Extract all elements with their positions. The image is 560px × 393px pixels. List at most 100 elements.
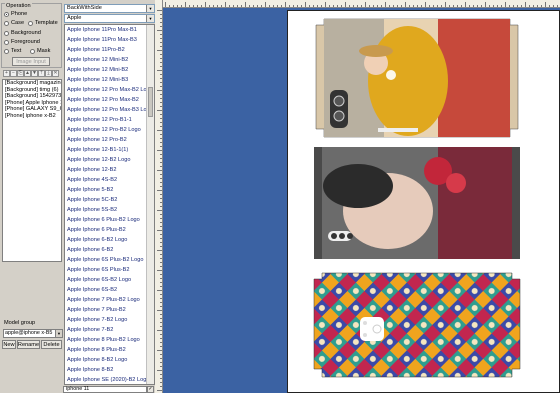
model-list-item[interactable]: Apple Iphone 5C-B2 [65,195,154,205]
model-search-input[interactable]: iphone 11 [63,386,147,393]
model-list-item[interactable]: Apple Iphone 5S-B2 [65,205,154,215]
list-item[interactable]: [Background] timg (6) [3,87,61,94]
top-icon[interactable]: ⤒ [38,70,45,77]
ruler-tick [189,5,190,7]
list-item[interactable]: [Phone] GALAXY S9_GO [3,106,61,113]
radio-foreground[interactable]: Foreground [4,39,40,45]
bottom-icon[interactable]: ⤓ [45,70,52,77]
ruler-tick [193,5,194,7]
image-input-button[interactable]: Image Input [12,57,50,66]
model-list-item[interactable]: Apple Iphone 12 Mini-B3 [65,75,154,85]
model-list-item[interactable]: Apple Iphone 11Pro Max-B1 [65,25,154,35]
model-list-item[interactable]: Apple Iphone 7 Plus-B2 Logo [65,295,154,305]
ruler-tick [409,5,410,7]
radio-phone[interactable]: Phone [4,11,27,17]
list-item[interactable]: [Background] 154297332 [3,93,61,100]
model-list-item[interactable]: Apple Iphone 12 Pro Max-B2 [65,95,154,105]
radio-mask[interactable]: Mask [30,48,50,54]
model-list-item[interactable]: Apple Iphone 12 Pro-B2 Logo [65,125,154,135]
scrollbar-thumb[interactable] [148,87,153,117]
model-list-item[interactable]: Apple Iphone 7-B2 [65,325,154,335]
model-list-item[interactable]: Apple Iphone 12 Mini-B2 [65,55,154,65]
model-list-item[interactable]: Apple Iphone 8 Plus-B2 Logo [65,335,154,345]
ruler-tick [317,5,318,7]
brand-select[interactable]: Apple ▼ [64,14,155,23]
new-button[interactable]: New [2,340,16,349]
ruler-tick [321,5,322,7]
radio-background[interactable]: Background [4,30,41,36]
model-list-item[interactable]: Apple Iphone 12 Pro-B1-1 [65,115,154,125]
ruler-tick [349,5,350,7]
ruler-tick [160,218,162,219]
ruler-tick [329,5,330,7]
rename-button[interactable]: Rename [17,340,40,349]
model-list-item[interactable]: Apple Iphone 12 Mini-B2 [65,65,154,75]
design-canvas[interactable] [155,0,560,393]
ruler-tick [541,5,542,7]
radio-icon [4,11,9,17]
list-item[interactable]: [Background] magazine [3,80,61,87]
model-list-item[interactable]: Apple Iphone 11Pro-B2 [65,45,154,55]
model-list-item[interactable]: Apple Iphone 6S-B2 [65,285,154,295]
type-select[interactable]: BackWithSide ▼ [64,4,155,13]
model-list-item[interactable]: Apple Iphone 4S-B2 [65,175,154,185]
ruler-tick [160,326,162,327]
list-item[interactable]: [Phone] iphone x-B2 [3,113,61,120]
model-list-item[interactable]: Apple Iphone 12 Pro-B2 [65,135,154,145]
model-list-item[interactable]: Apple Iphone 6S Plus-B2 Logo [65,255,154,265]
radio-template[interactable]: Template [28,20,58,26]
phone-skin-3[interactable] [313,272,521,378]
ruler-tick [221,5,222,7]
model-list-item[interactable]: Apple Iphone 7-B2 Logo [65,315,154,325]
ruler-tick [160,282,162,283]
copy-icon[interactable]: ⎘ [17,70,24,77]
delete-icon[interactable]: ✕ [52,70,59,77]
ruler-tick [477,5,478,7]
model-list-item[interactable]: Apple Iphone 6 Plus-B2 Logo [65,215,154,225]
phone-skin-2[interactable] [314,147,520,259]
list-item[interactable]: [Phone] Apple Iphone 11 [3,100,61,107]
ruler-tick [160,78,162,79]
down-icon[interactable]: ▼ [31,70,38,77]
chevron-down-icon: ▼ [146,5,154,12]
delete-button[interactable]: Delete [41,340,62,349]
confirm-icon[interactable]: ✓ [147,386,154,393]
model-list-item[interactable]: Apple Iphone 8-B2 [65,365,154,375]
model-list[interactable]: Apple Iphone 11Pro Max-B1 Apple Iphone 11… [64,24,155,385]
model-list-item[interactable]: Apple Iphone 6-B2 [65,245,154,255]
ruler-tick [325,2,326,7]
ruler-tick [160,306,162,307]
model-list-item[interactable]: Apple Iphone 8 Plus-B2 [65,345,154,355]
model-list-item[interactable]: Apple Iphone 5-B2 [65,185,154,195]
model-list-item[interactable]: Apple Iphone 6 Plus-B2 [65,225,154,235]
model-list-item[interactable]: Apple Iphone 11Pro Max-B3 [65,35,154,45]
ruler-tick [160,74,162,75]
model-list-item[interactable]: Apple Iphone 12 Pro Max-B2 Logo [65,85,154,95]
remove-icon[interactable]: − [10,70,17,77]
model-list-item[interactable]: Apple Iphone 7 Plus-B2 [65,305,154,315]
phone-skin-1[interactable] [315,18,519,138]
radio-text[interactable]: Text [4,48,21,54]
ruler-tick [160,362,162,363]
model-list-item[interactable]: Apple Iphone 6S Plus-B2 [65,265,154,275]
model-list-item[interactable]: Apple Iphone 12-B1-1(1) [65,145,154,155]
add-icon[interactable]: + [3,70,10,77]
model-list-item[interactable]: Apple Iphone 8-B2 Logo [65,355,154,365]
ruler-tick [341,5,342,7]
model-group-select[interactable]: apple@iphone x-B5 ▼ [3,329,63,338]
model-list-item[interactable]: Apple Iphone 6S-B2 Logo [65,275,154,285]
up-icon[interactable]: ▲ [24,70,31,77]
vertical-scrollbar[interactable] [146,25,154,384]
ruler-tick [160,206,162,207]
ruler-tick [157,390,162,391]
model-list-item[interactable]: Apple Iphone 12-B2 [65,165,154,175]
ruler-tick [160,194,162,195]
model-list-item[interactable]: Apple Iphone 6-B2 Logo [65,235,154,245]
object-list[interactable]: [Background] magazine [Background] timg … [2,79,62,262]
ruler-tick [160,174,162,175]
ruler-tick [157,70,162,71]
model-list-item[interactable]: Apple Iphone 12-B2 Logo [65,155,154,165]
model-list-item[interactable]: Apple Iphone SE (2020)-B2 Logo [65,375,154,384]
model-list-item[interactable]: Apple Iphone 12 Pro Max-B3 Logo [65,105,154,115]
radio-case[interactable]: Case [4,20,24,26]
